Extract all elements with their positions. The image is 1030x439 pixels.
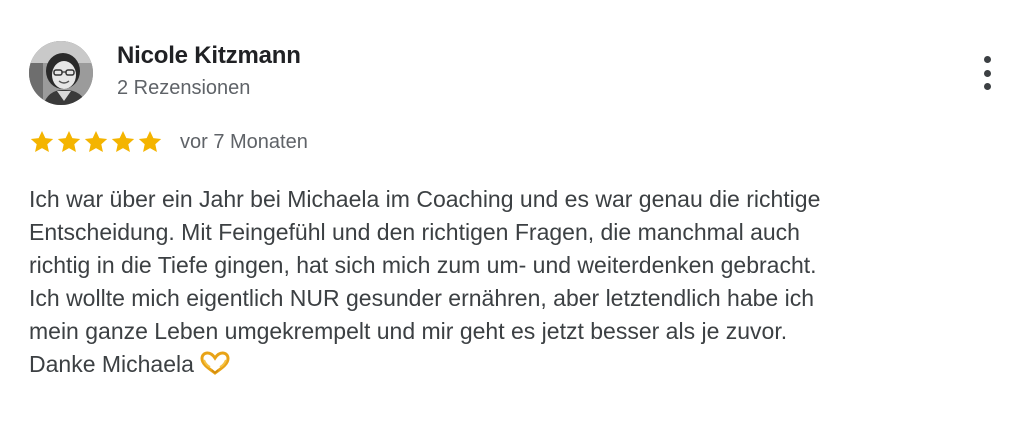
review-count[interactable]: 2 Rezensionen (117, 77, 250, 100)
more-options-button[interactable] (972, 52, 1002, 94)
review-text-line: Danke Michaela (29, 351, 194, 377)
star-icon (30, 130, 54, 152)
review-card: Nicole Kitzmann 2 Rezensionen vor 7 Mona… (0, 0, 1030, 439)
review-text: Ich war über ein Jahr bei Michaela im Co… (29, 183, 1014, 384)
user-photo-icon (29, 41, 93, 105)
more-vert-icon-dot (983, 83, 991, 90)
star-icon (84, 130, 108, 152)
star-icon (57, 130, 81, 152)
more-vert-icon (983, 56, 991, 63)
star-icon (111, 130, 135, 152)
heart-hands-icon (200, 351, 230, 384)
more-vert-icon-dot (983, 69, 991, 77)
review-text-last-line: Danke Michaela (29, 348, 1014, 384)
review-text-line: mein ganze Leben umgekrempelt und mir ge… (29, 318, 788, 344)
review-date: vor 7 Monaten (180, 130, 308, 153)
review-text-line: richtig in die Tiefe gingen, hat sich mi… (29, 252, 817, 278)
rating-row: vor 7 Monaten (29, 127, 308, 157)
review-text-line: Ich wollte mich eigentlich NUR gesunder … (29, 285, 814, 311)
reviewer-name[interactable]: Nicole Kitzmann (117, 42, 301, 70)
star-rating (29, 129, 164, 155)
star-icon (138, 130, 162, 152)
review-text-line: Entscheidung. Mit Feingefühl und den ric… (29, 219, 800, 245)
avatar[interactable] (29, 41, 93, 105)
review-text-line: Ich war über ein Jahr bei Michaela im Co… (29, 186, 821, 212)
